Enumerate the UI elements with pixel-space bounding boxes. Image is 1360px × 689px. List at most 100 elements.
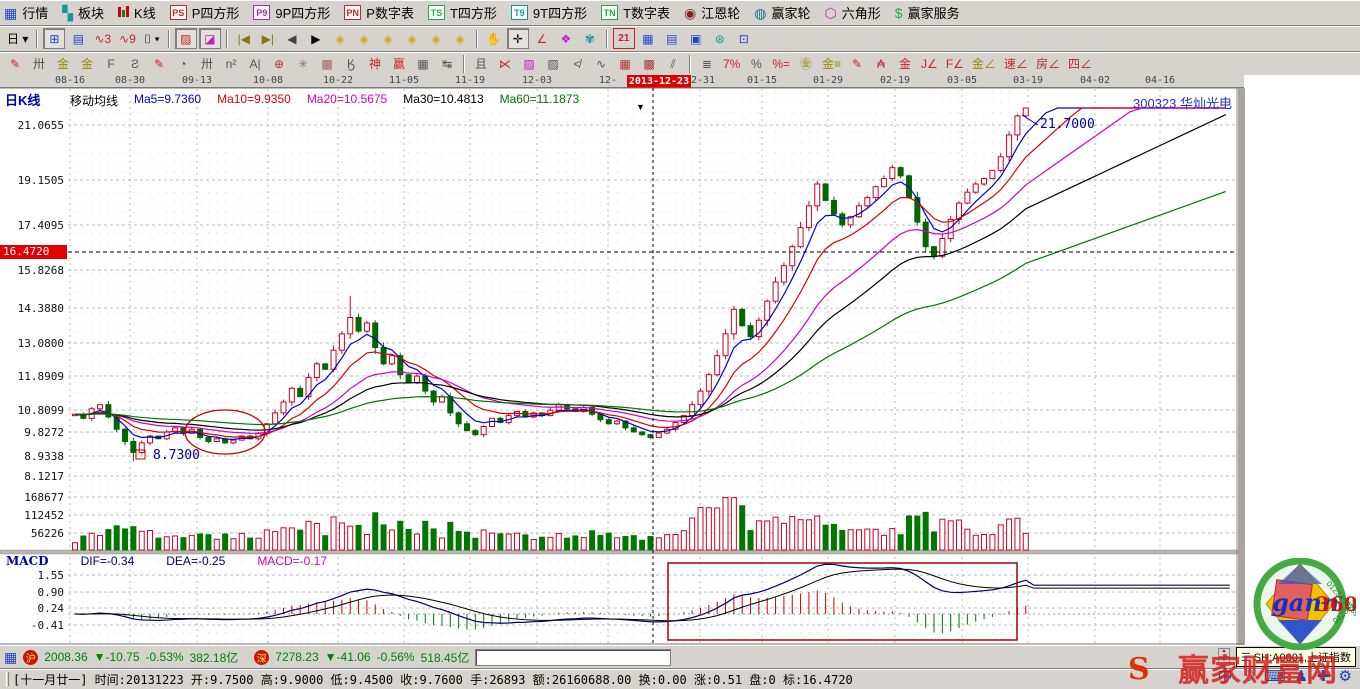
- width-measure-tool[interactable]: ↹: [436, 53, 458, 74]
- sh-market-icon: 沪: [23, 650, 38, 665]
- sz-change-value: ▼-41.06: [325, 650, 371, 664]
- gold-underline-tool[interactable]: 金: [894, 53, 916, 74]
- diamond-right-button[interactable]: ◈: [353, 28, 375, 49]
- pen-candle-tool[interactable]: ✎: [846, 53, 868, 74]
- diamond-shrink-button[interactable]: ◈: [401, 28, 423, 49]
- calendar-button[interactable]: 21: [613, 28, 635, 49]
- window-layout-button[interactable]: ⊞: [43, 28, 65, 49]
- magenta-tool-button[interactable]: ❖: [555, 28, 577, 49]
- save-button[interactable]: ▣: [685, 28, 707, 49]
- percent-line-tool[interactable]: 7%: [720, 53, 743, 74]
- menu-sectors[interactable]: ▚板块: [62, 3, 104, 22]
- time-grid-tool[interactable]: 卅: [28, 53, 50, 74]
- shaded-box-tool[interactable]: ▨: [518, 53, 540, 74]
- brain-tool-button[interactable]: ✾: [579, 28, 601, 49]
- notes-button[interactable]: ▤: [661, 28, 683, 49]
- j-angle-tool[interactable]: J∠: [918, 53, 941, 74]
- star-wheel-tool[interactable]: ✳: [292, 53, 314, 74]
- step-back-button[interactable]: ◀: [281, 28, 303, 49]
- angle-lines-tool[interactable]: ≮: [566, 53, 588, 74]
- table-icon[interactable]: ▦: [4, 650, 17, 664]
- gold-circle-tool[interactable]: ㊎: [795, 53, 817, 74]
- grid-123-tool[interactable]: ▦: [412, 53, 434, 74]
- menu-gann-wheel[interactable]: ◉江恩轮: [684, 3, 740, 22]
- volume-tick-label: 168677: [24, 491, 64, 504]
- f-grid-tool[interactable]: F: [100, 53, 122, 74]
- grip-handle[interactable]: [6, 672, 9, 686]
- menu-quotes-label: 行情: [22, 3, 48, 22]
- toolbar-separator: [168, 30, 170, 48]
- menu-winner-wheel[interactable]: ◍赢家轮: [754, 3, 810, 22]
- four-angle-tool[interactable]: 四∠: [1065, 53, 1095, 74]
- menu-winner-service-label: 赢家服务: [908, 3, 960, 22]
- last-page-button[interactable]: ▶|: [257, 28, 279, 49]
- menu-winner-service[interactable]: $赢家服务: [895, 3, 960, 22]
- hand-tool-button[interactable]: ✋: [483, 28, 505, 49]
- angle-measure-button[interactable]: ∠: [531, 28, 553, 49]
- menu-p-square[interactable]: PSP四方形: [170, 3, 240, 22]
- menu-quotes[interactable]: ▦行情: [4, 3, 48, 22]
- price-tick-label: 9.8272: [24, 426, 64, 439]
- print-button[interactable]: ⊡: [733, 28, 755, 49]
- gann-gold-grid-tool[interactable]: 金: [52, 53, 74, 74]
- period-dropdown-button[interactable]: 日 ▾: [4, 28, 31, 49]
- crosshair-tool-button[interactable]: ✛: [507, 28, 529, 49]
- box-tool[interactable]: 且: [470, 53, 492, 74]
- gann-compass-tool[interactable]: ⊕: [268, 53, 290, 74]
- menu-hexagon[interactable]: ⬡六角形: [825, 3, 881, 22]
- settings-icon[interactable]: ⚙: [1339, 667, 1352, 685]
- clock-grid-tool[interactable]: ◔: [172, 53, 194, 74]
- percent-level-tool[interactable]: %=: [769, 53, 793, 74]
- info-doc-button[interactable]: ▤: [67, 28, 89, 49]
- menu-kline[interactable]: K线: [118, 3, 156, 22]
- shen-tool[interactable]: 神: [364, 53, 386, 74]
- color-histogram-button[interactable]: ◪: [199, 28, 221, 49]
- calculator-button[interactable]: ▦: [637, 28, 659, 49]
- n-square-tool[interactable]: n²: [220, 53, 242, 74]
- price-scale-tool[interactable]: ≣: [696, 53, 718, 74]
- ma3-chart-button[interactable]: ∿3: [91, 28, 114, 49]
- k-quote-tool[interactable]: Ӄ: [340, 53, 362, 74]
- gann-gold-grid2-tool[interactable]: 金: [76, 53, 98, 74]
- room-angle-tool[interactable]: 房∠: [1033, 53, 1063, 74]
- zigzag-tool[interactable]: ∿: [590, 53, 612, 74]
- diamond-left-button[interactable]: ◈: [329, 28, 351, 49]
- ying-tool[interactable]: 赢: [388, 53, 410, 74]
- menu-t-square[interactable]: TST四方形: [428, 3, 497, 22]
- candle-style-dropdown[interactable]: ⌷ ▾: [141, 28, 163, 49]
- f-angle-tool[interactable]: F∠: [943, 53, 967, 74]
- menu-9p-square[interactable]: P99P四方形: [253, 3, 330, 22]
- spiral-tool[interactable]: Ƨ: [124, 53, 146, 74]
- gold-angle-tool[interactable]: 金∠: [969, 53, 999, 74]
- red-grid-tool[interactable]: ▦: [614, 53, 636, 74]
- toolbar-separator: [36, 30, 38, 48]
- diamond-expand-button[interactable]: ◈: [377, 28, 399, 49]
- hatch-box-tool[interactable]: ▧: [542, 53, 564, 74]
- square-wheel-tool[interactable]: ▩: [316, 53, 338, 74]
- diamond-updown-button[interactable]: ◈: [449, 28, 471, 49]
- gold-lines-tool[interactable]: 金≡: [819, 53, 844, 74]
- pn-badge-icon: PN: [344, 5, 361, 20]
- menu-9t-square[interactable]: T99T四方形: [511, 3, 587, 22]
- network-button[interactable]: ⊛: [709, 28, 731, 49]
- diamond-all-button[interactable]: ◈: [425, 28, 447, 49]
- chevron-down-icon[interactable]: ▼: [636, 102, 645, 112]
- pen-tool[interactable]: ✎: [4, 53, 26, 74]
- wave-ab-tool[interactable]: ₳: [870, 53, 892, 74]
- red-grid-box-tool[interactable]: ▩: [638, 53, 660, 74]
- menu-t-table-label: T数字表: [623, 3, 670, 22]
- macd-tick-label: 1.55: [38, 569, 65, 582]
- a-line-tool[interactable]: A|: [244, 53, 266, 74]
- percent-tool[interactable]: %: [745, 53, 767, 74]
- menu-p-table[interactable]: PNP数字表: [344, 3, 414, 22]
- first-page-button[interactable]: |◀: [233, 28, 255, 49]
- menu-t-table[interactable]: TNT数字表: [601, 3, 670, 22]
- step-forward-button[interactable]: ▶: [305, 28, 327, 49]
- time-grid2-tool[interactable]: 卅: [196, 53, 218, 74]
- pen-grid-tool[interactable]: ✎: [148, 53, 170, 74]
- parallel-lines-tool[interactable]: ⫽: [662, 53, 684, 74]
- fan-lines-tool[interactable]: ⋉: [494, 53, 516, 74]
- ma9-chart-button[interactable]: ∿9: [116, 28, 139, 49]
- speed-angle-tool[interactable]: 速∠: [1001, 53, 1031, 74]
- map-button[interactable]: ▨: [175, 28, 197, 49]
